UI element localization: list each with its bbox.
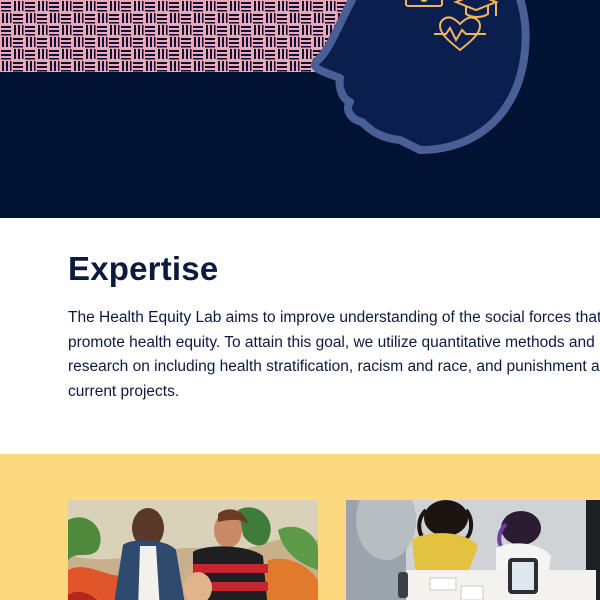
description-line: current projects. xyxy=(68,382,180,400)
team-meeting-photo[interactable] xyxy=(346,500,600,600)
section-title: Expertise xyxy=(68,250,219,287)
head-silhouette-graphic xyxy=(310,0,530,154)
project-cards-section xyxy=(0,454,600,600)
description-line: promote health equity. To attain this go… xyxy=(68,333,600,351)
expertise-section: Expertise The Health Equity Lab aims to … xyxy=(0,218,600,454)
hero-banner xyxy=(0,0,600,218)
women-mural-photo[interactable] xyxy=(68,500,318,600)
woven-pattern xyxy=(0,0,350,72)
description-line: research on including health stratificat… xyxy=(68,358,600,375)
description-line: The Health Equity Lab aims to improve un… xyxy=(68,309,600,326)
expertise-description: The Health Equity Lab aims to improve un… xyxy=(68,306,600,404)
